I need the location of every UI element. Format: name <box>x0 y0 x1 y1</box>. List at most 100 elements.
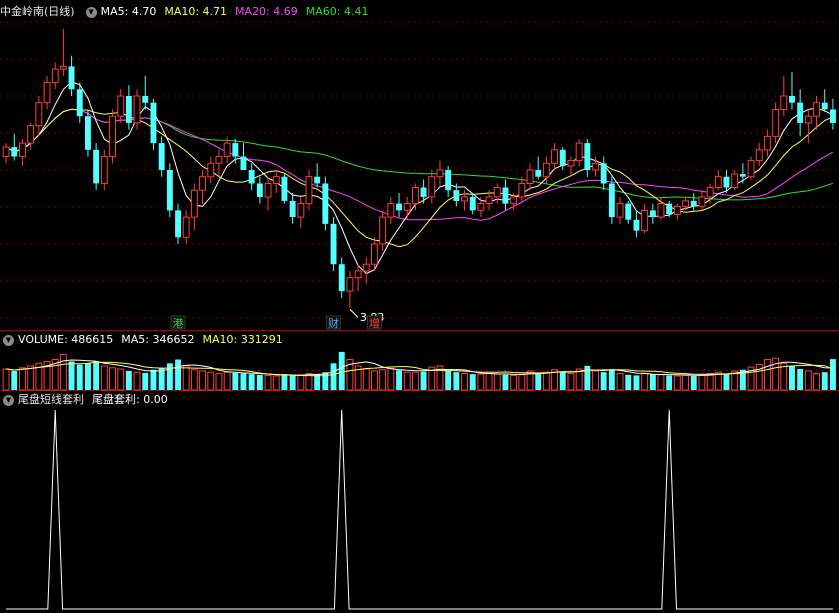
candle-body <box>657 203 665 218</box>
candle-body <box>755 149 763 162</box>
volume-bar <box>223 371 231 391</box>
candle-body <box>117 95 125 117</box>
candle-body <box>714 176 722 188</box>
candle-body <box>289 200 296 217</box>
stock-period: (日线) <box>44 5 75 18</box>
volume-bar <box>641 373 649 391</box>
candle-body <box>567 160 575 167</box>
low-price-pointer <box>349 308 359 318</box>
candle-body <box>403 203 411 211</box>
candle-body <box>76 89 83 117</box>
candle-body <box>804 115 812 124</box>
volume-bar <box>256 374 263 390</box>
candle-body <box>305 176 313 205</box>
volume-bar <box>502 374 509 390</box>
chevron-down-icon[interactable]: ▼ <box>3 394 14 406</box>
candlestick-series <box>2 28 836 308</box>
chevron-down-icon[interactable]: ▼ <box>85 6 97 18</box>
price-legend: 中金岭南(日线) ▼ MA5: 4.70 MA10: 4.71 MA20: 4.… <box>0 4 376 20</box>
candle-body <box>93 149 100 184</box>
candle-body <box>518 183 526 198</box>
volume-bar <box>125 371 132 390</box>
stock-chart[interactable]: 3.83港财增 <box>0 0 839 613</box>
candle-body <box>85 116 91 150</box>
candle-body <box>559 149 566 166</box>
ma20-legend: MA20: 4.69 <box>235 4 298 20</box>
candle-body <box>59 65 67 70</box>
volume-bar <box>485 373 493 391</box>
ma20-legend-label: MA20: <box>235 5 270 18</box>
candle-body <box>600 163 607 184</box>
volume-bar <box>403 371 411 391</box>
candle-body <box>633 219 640 231</box>
ma5-legend-label: MA5: <box>100 5 129 18</box>
candle-body <box>625 203 632 220</box>
volume-ma5-label: MA5: <box>121 333 150 346</box>
candle-body <box>11 147 18 157</box>
candle-body <box>821 102 828 110</box>
candle-body <box>150 102 157 144</box>
volume-bar <box>2 368 10 391</box>
candle-body <box>338 264 345 292</box>
ma60-legend-value: 4.41 <box>343 5 369 18</box>
ma10-legend-value: 4.71 <box>202 5 228 18</box>
indicator-label: 尾盘套利: <box>92 393 140 406</box>
candle-body <box>797 102 804 123</box>
candle-body <box>314 176 321 184</box>
volume-bar <box>789 365 795 390</box>
volume-value: 486615 <box>71 333 114 346</box>
volume-bar <box>379 369 387 391</box>
volume-bar <box>445 371 452 390</box>
candle-body <box>240 156 247 170</box>
candle-body <box>35 102 43 127</box>
volume-bar <box>559 371 566 390</box>
ma20-legend-value: 4.69 <box>273 5 298 18</box>
chevron-down-icon[interactable]: ▼ <box>3 334 14 346</box>
volume-bar <box>166 363 173 390</box>
candle-body <box>666 203 673 215</box>
candle-body <box>575 142 583 162</box>
candle-body <box>387 203 395 218</box>
candle-body <box>109 115 116 158</box>
event-marker-label: 增 <box>369 316 380 330</box>
volume-bar <box>76 364 83 390</box>
indicator-panel <box>6 409 833 610</box>
candle-body <box>232 143 239 157</box>
volume-bar <box>633 375 640 390</box>
ma60-legend: MA60: 4.41 <box>306 4 369 20</box>
candle-body <box>412 187 419 205</box>
volume-bar <box>813 373 820 391</box>
volume-bar <box>682 374 689 391</box>
volume-bar <box>133 371 141 391</box>
candle-body <box>272 176 280 184</box>
stock-name: 中金岭南(日线) <box>0 4 75 20</box>
volume-bar <box>240 373 247 390</box>
candle-body <box>248 170 255 184</box>
ma10-legend-label: MA10: <box>164 5 200 18</box>
volume-bar <box>232 372 239 390</box>
volume-ma5-legend: MA5: 346652 <box>121 332 194 348</box>
candle-body <box>608 183 615 218</box>
candle-body <box>182 216 190 238</box>
volume-ma10-label: MA10: <box>202 333 238 346</box>
ma20-line-group <box>5 108 834 221</box>
candle-body <box>690 200 697 207</box>
candle-body <box>616 203 624 218</box>
volume-bar <box>608 369 615 390</box>
indicator-line <box>6 409 833 610</box>
volume-bar <box>477 373 485 391</box>
event-marker-label: 财 <box>328 316 339 330</box>
candle-body <box>764 135 771 151</box>
volume-bar <box>542 371 550 391</box>
volume-bar <box>19 367 26 391</box>
volume-bar <box>723 374 730 390</box>
volume-bar <box>272 375 280 391</box>
candle-body <box>772 109 780 137</box>
volume-bar <box>690 376 697 390</box>
candle-body <box>526 169 534 184</box>
volume-bar <box>68 361 75 390</box>
volume-bar <box>264 374 272 391</box>
volume-bar <box>387 367 395 391</box>
candle-body <box>706 187 714 198</box>
volume-bar <box>297 374 305 391</box>
